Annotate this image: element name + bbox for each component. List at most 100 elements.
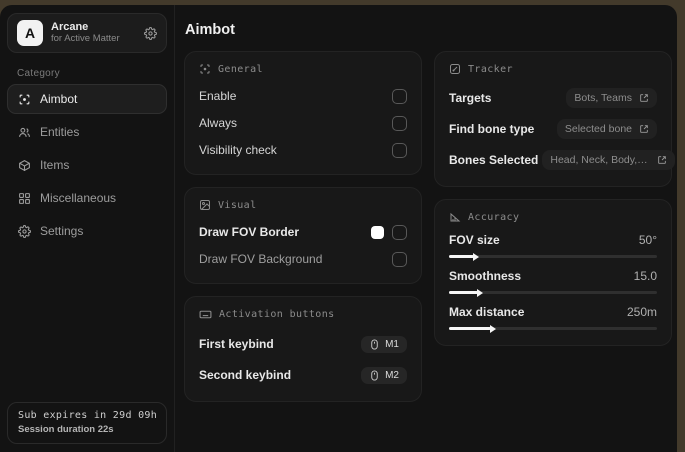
keyboard-icon bbox=[199, 308, 212, 321]
always-row: Always bbox=[199, 112, 407, 134]
draw-fov-background-row: Draw FOV Background bbox=[199, 248, 407, 270]
expand-icon bbox=[639, 93, 649, 103]
slider-thumb[interactable] bbox=[489, 324, 496, 333]
crosshair-icon bbox=[18, 93, 31, 106]
smoothness-slider[interactable] bbox=[449, 288, 657, 297]
always-label: Always bbox=[199, 116, 238, 130]
section-title: Visual bbox=[218, 199, 257, 211]
sidebar-item-label: Items bbox=[40, 158, 70, 172]
category-nav: Aimbot Entities Items Miscellaneous Sett… bbox=[7, 84, 167, 246]
sidebar-item-label: Entities bbox=[40, 125, 80, 139]
cube-icon bbox=[18, 159, 31, 172]
sidebar-item-label: Miscellaneous bbox=[40, 191, 117, 205]
visibility-check-label: Visibility check bbox=[199, 143, 277, 157]
section-title: General bbox=[218, 63, 263, 75]
first-keybind-row: First keybind M1 bbox=[199, 331, 407, 357]
tracker-section: Tracker Targets Bots, Teams Find bone ty… bbox=[434, 51, 676, 187]
section-title: Accuracy bbox=[468, 211, 520, 223]
sidebar-item-label: Settings bbox=[40, 224, 84, 238]
keybind-value: M1 bbox=[385, 338, 399, 350]
draw-fov-border-row: Draw FOV Border bbox=[199, 221, 407, 243]
gear-icon[interactable] bbox=[144, 26, 157, 40]
bones-selected-select[interactable]: Head, Neck, Body, Pe.. bbox=[542, 150, 676, 170]
max-distance-row: Max distance 250m bbox=[449, 305, 657, 333]
bones-selected-row: Bones Selected Head, Neck, Body, Pe.. bbox=[449, 147, 676, 173]
sidebar-item-settings[interactable]: Settings bbox=[7, 216, 167, 246]
subscription-card: Sub expires in 29d 09h Session duration … bbox=[7, 402, 167, 444]
visual-section: Visual Draw FOV Border Draw FOV Backgrou… bbox=[184, 187, 422, 284]
activation-buttons-section: Activation buttons First keybind M1 Seco… bbox=[184, 296, 422, 402]
image-icon bbox=[199, 199, 211, 211]
max-distance-slider[interactable] bbox=[449, 324, 657, 333]
entities-icon bbox=[18, 126, 31, 139]
smoothness-label: Smoothness bbox=[449, 269, 522, 283]
sidebar-item-label: Aimbot bbox=[40, 92, 78, 106]
keybind-value: M2 bbox=[385, 369, 399, 381]
max-distance-value: 250m bbox=[626, 305, 657, 319]
find-bone-type-label: Find bone type bbox=[449, 122, 535, 136]
bones-selected-value: Head, Neck, Body, Pe.. bbox=[550, 154, 651, 166]
brand-subtitle: for Active Matter bbox=[51, 32, 120, 44]
brand-card: A Arcane for Active Matter bbox=[7, 13, 167, 53]
sidebar-item-entities[interactable]: Entities bbox=[7, 117, 167, 147]
draw-fov-border-label: Draw FOV Border bbox=[199, 225, 300, 239]
layout-grid-icon bbox=[18, 192, 31, 205]
max-distance-label: Max distance bbox=[449, 305, 525, 319]
always-checkbox[interactable] bbox=[392, 115, 407, 131]
draw-fov-background-label: Draw FOV Background bbox=[199, 252, 323, 266]
gear-icon bbox=[18, 224, 31, 238]
app-logo: A bbox=[17, 20, 43, 46]
sidebar-item-items[interactable]: Items bbox=[7, 150, 167, 180]
find-bone-type-value: Selected bone bbox=[564, 123, 632, 135]
targets-row: Targets Bots, Teams bbox=[449, 85, 657, 111]
draw-fov-border-checkbox[interactable] bbox=[392, 224, 407, 240]
session-duration-text: Session duration 22s bbox=[18, 424, 114, 435]
expand-icon bbox=[639, 124, 649, 134]
second-keybind-button[interactable]: M2 bbox=[361, 366, 407, 384]
fov-size-label: FOV size bbox=[449, 233, 500, 247]
app-window: A Arcane for Active Matter Category Aimb… bbox=[0, 5, 677, 452]
visibility-check-row: Visibility check bbox=[199, 139, 407, 161]
brand-name: Arcane bbox=[51, 21, 89, 34]
find-bone-type-row: Find bone type Selected bone bbox=[449, 116, 657, 142]
smoothness-value: 15.0 bbox=[633, 269, 657, 283]
first-keybind-label: First keybind bbox=[199, 337, 274, 351]
bones-selected-label: Bones Selected bbox=[449, 153, 539, 167]
targets-select[interactable]: Bots, Teams bbox=[566, 88, 657, 108]
slider-thumb[interactable] bbox=[477, 288, 484, 297]
crosshair-icon bbox=[199, 63, 211, 75]
category-label: Category bbox=[17, 68, 60, 79]
visibility-check-checkbox[interactable] bbox=[392, 142, 407, 158]
fov-size-slider[interactable] bbox=[449, 252, 657, 261]
smoothness-row: Smoothness 15.0 bbox=[449, 269, 657, 297]
sidebar-item-aimbot[interactable]: Aimbot bbox=[7, 84, 167, 114]
second-keybind-row: Second keybind M2 bbox=[199, 362, 407, 388]
main-content: Aimbot General Enable Always Visibility … bbox=[175, 5, 677, 452]
draw-fov-background-checkbox[interactable] bbox=[392, 251, 407, 267]
accuracy-section: Accuracy FOV size 50° Smoothness 15.0 Ma… bbox=[434, 199, 672, 346]
second-keybind-label: Second keybind bbox=[199, 368, 292, 382]
slider-thumb[interactable] bbox=[472, 252, 479, 261]
fov-border-color-swatch[interactable] bbox=[371, 225, 384, 239]
page-title: Aimbot bbox=[185, 22, 235, 38]
sub-expires-text: Sub expires in 29d 09h bbox=[18, 410, 158, 421]
expand-icon bbox=[657, 155, 667, 165]
sidebar: A Arcane for Active Matter Category Aimb… bbox=[0, 5, 175, 452]
fov-size-value: 50° bbox=[638, 233, 657, 247]
fov-size-row: FOV size 50° bbox=[449, 233, 657, 261]
mouse-icon bbox=[369, 338, 380, 350]
enable-row: Enable bbox=[199, 85, 407, 107]
sidebar-item-miscellaneous[interactable]: Miscellaneous bbox=[7, 183, 167, 213]
enable-checkbox[interactable] bbox=[392, 88, 407, 104]
enable-label: Enable bbox=[199, 89, 237, 103]
targets-value: Bots, Teams bbox=[574, 92, 632, 104]
triangle-ruler-icon bbox=[449, 211, 461, 223]
section-title: Tracker bbox=[468, 63, 513, 75]
section-title: Activation buttons bbox=[219, 309, 335, 320]
mouse-icon bbox=[369, 369, 380, 381]
radar-icon bbox=[449, 63, 461, 75]
targets-label: Targets bbox=[449, 91, 492, 105]
general-section: General Enable Always Visibility check bbox=[184, 51, 422, 175]
find-bone-type-select[interactable]: Selected bone bbox=[556, 119, 657, 139]
first-keybind-button[interactable]: M1 bbox=[361, 335, 407, 353]
